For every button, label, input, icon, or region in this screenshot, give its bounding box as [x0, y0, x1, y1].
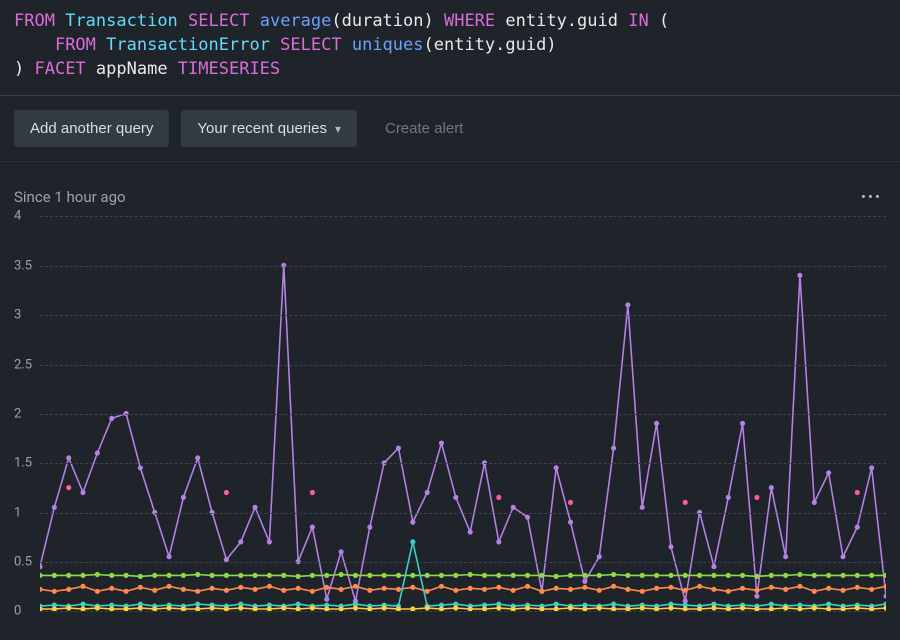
- button-label: Create alert: [385, 120, 463, 137]
- y-axis-gridline: [40, 513, 886, 514]
- y-axis-gridline: [40, 266, 886, 267]
- y-axis-tick-label: 0.5: [14, 555, 32, 570]
- chart-series: [66, 485, 860, 505]
- add-another-query-button[interactable]: Add another query: [14, 110, 169, 147]
- y-axis-tick-label: 1: [14, 505, 21, 520]
- y-axis-gridline: [40, 611, 886, 612]
- y-axis-tick-label: 3: [14, 308, 21, 323]
- y-axis-gridline: [40, 562, 886, 563]
- timeseries-chart: 00.511.522.533.54: [14, 216, 886, 611]
- chart-time-range-label: Since 1 hour ago: [14, 188, 126, 206]
- nrql-query-editor[interactable]: FROM Transaction SELECT average(duration…: [0, 0, 900, 96]
- y-axis-tick-label: 4: [14, 209, 21, 224]
- y-axis-tick-label: 2.5: [14, 357, 32, 372]
- chart-panel: Since 1 hour ago ••• 00.511.522.533.54: [0, 162, 900, 611]
- y-axis-gridline: [40, 365, 886, 366]
- y-axis-gridline: [40, 216, 886, 217]
- y-axis-gridline: [40, 414, 886, 415]
- create-alert-button[interactable]: Create alert: [369, 110, 479, 147]
- recent-queries-button[interactable]: Your recent queries ▾: [181, 110, 357, 147]
- y-axis-tick-label: 1.5: [14, 456, 32, 471]
- y-axis-tick-label: 2: [14, 406, 21, 421]
- chart-more-menu-icon[interactable]: •••: [857, 184, 886, 210]
- button-label: Add another query: [30, 120, 153, 137]
- chevron-down-icon: ▾: [335, 122, 341, 136]
- y-axis-tick-label: 0: [14, 604, 21, 619]
- y-axis-tick-label: 3.5: [14, 258, 32, 273]
- y-axis-gridline: [40, 315, 886, 316]
- y-axis-gridline: [40, 463, 886, 464]
- query-actions-row: Add another query Your recent queries ▾ …: [0, 96, 900, 162]
- button-label: Your recent queries: [197, 120, 327, 137]
